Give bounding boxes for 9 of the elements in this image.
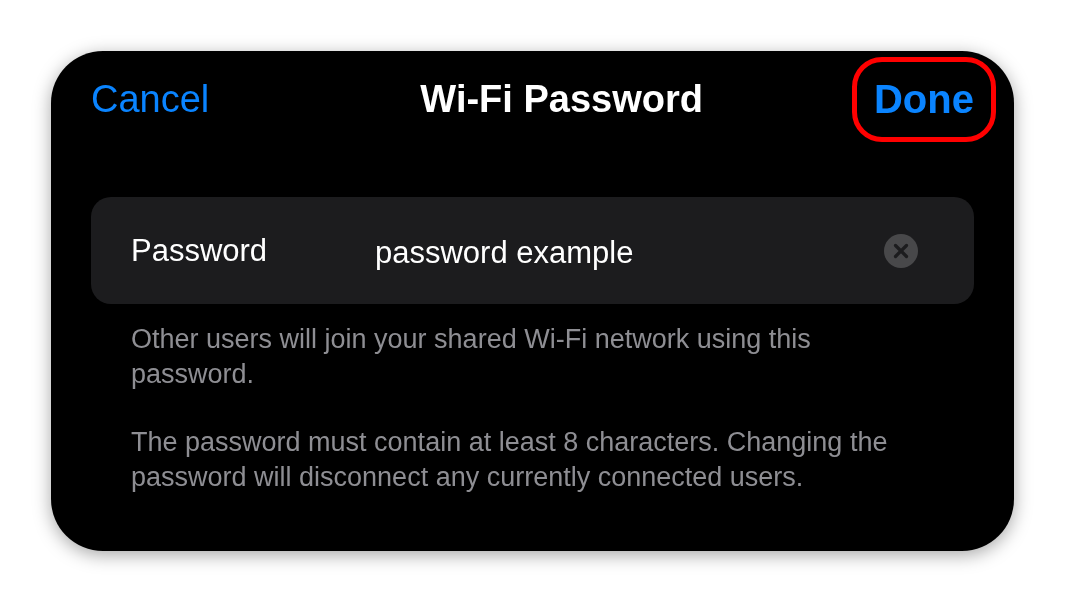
footer-note: Other users will join your shared Wi-Fi network using this password.: [131, 323, 812, 391]
password-field[interactable]: Password password example: [91, 197, 974, 304]
screen-title: Wi-Fi Password: [420, 77, 703, 121]
done-button[interactable]: Done: [874, 72, 974, 126]
field-value: password example: [375, 233, 635, 271]
field-label: Password: [131, 232, 269, 269]
clear-icon[interactable]: [884, 233, 918, 268]
footer-note: The password must contain at least 8 characters. Changing the password will disconnect any currently connected users.: [131, 426, 889, 494]
cancel-button[interactable]: Cancel: [91, 77, 210, 121]
